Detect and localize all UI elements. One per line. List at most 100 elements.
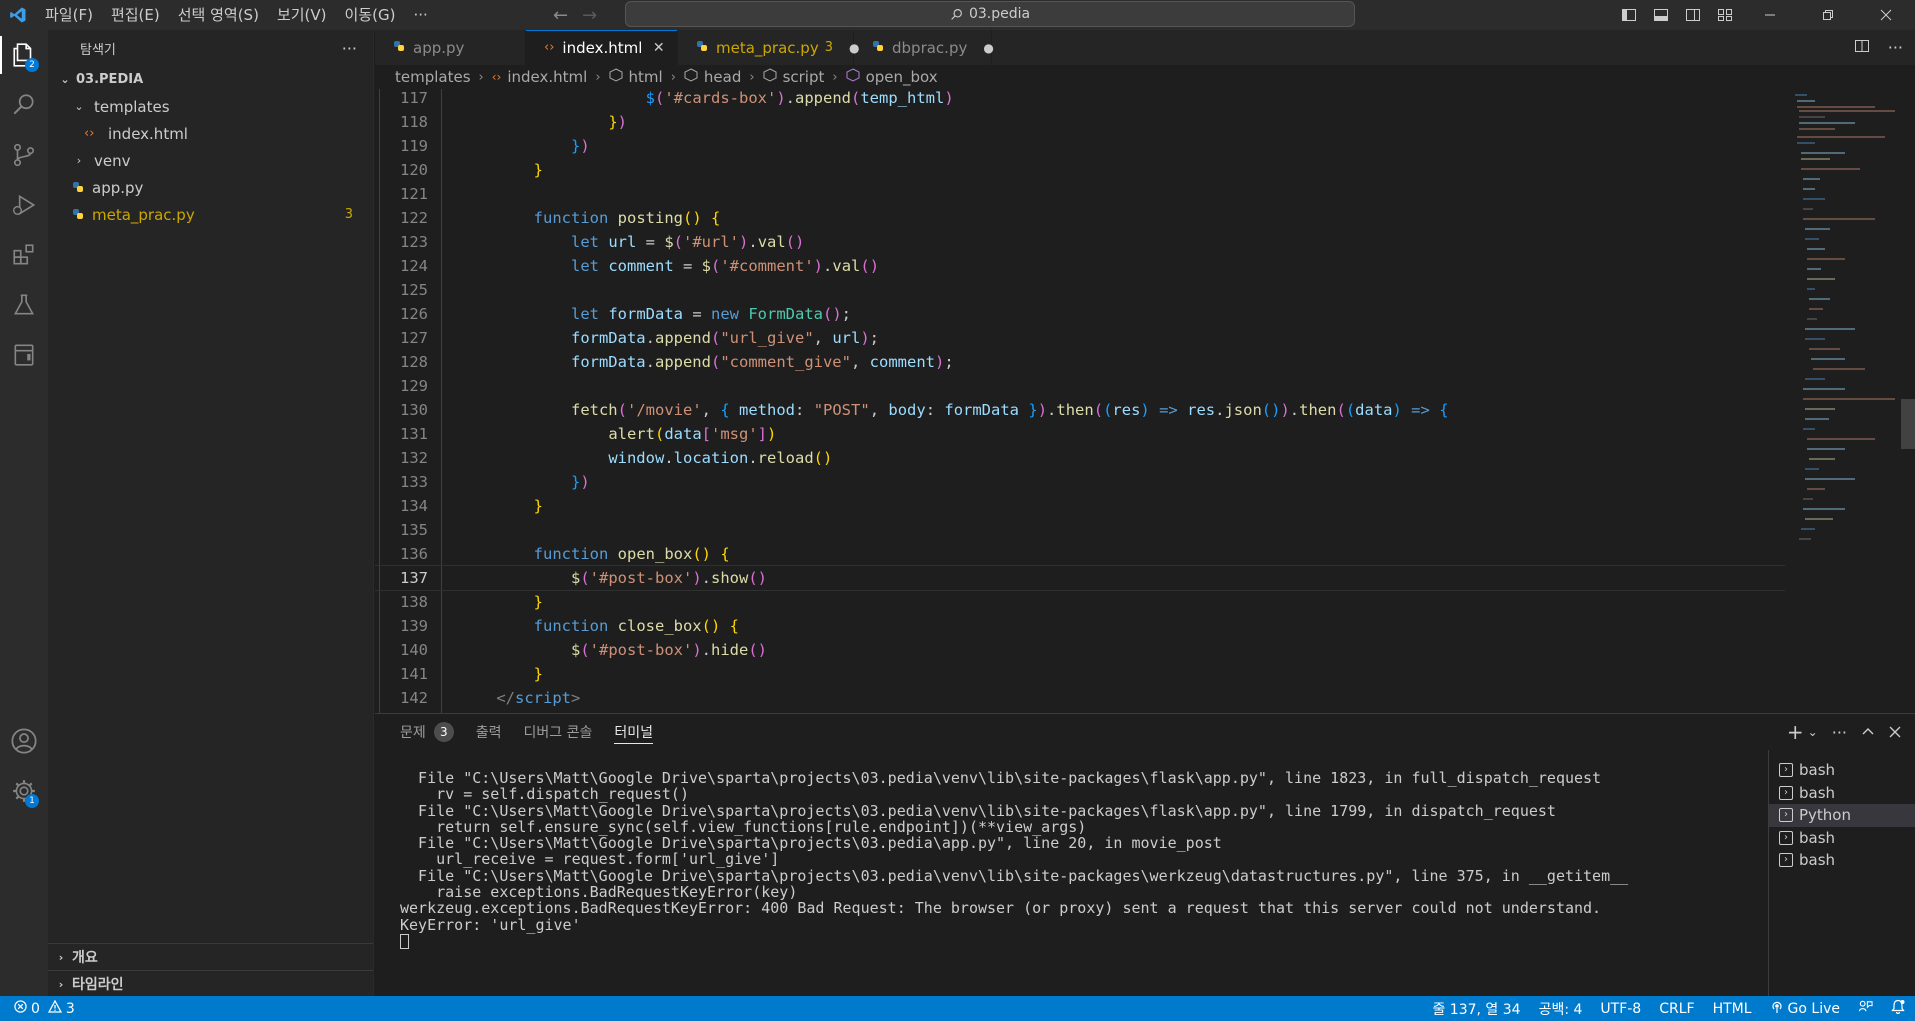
source-control-icon[interactable] xyxy=(0,130,48,180)
code-text: window.location.reload() xyxy=(608,449,833,467)
editor-scrollbar[interactable] xyxy=(1901,89,1915,713)
feedback-icon[interactable] xyxy=(1858,999,1873,1018)
line-number: 132 xyxy=(400,449,428,467)
new-terminal-plus-icon[interactable]: + xyxy=(1787,720,1804,744)
code-line: 119 }) xyxy=(375,134,1785,158)
tab-dbprac-py[interactable]: dbprac.py ● xyxy=(854,30,994,65)
breadcrumb-open-box[interactable]: open_box xyxy=(866,68,938,86)
maximize-panel-icon[interactable] xyxy=(1861,722,1875,743)
breadcrumb-index-html[interactable]: index.html xyxy=(507,68,587,86)
tab-app-py[interactable]: app.py xyxy=(375,30,526,65)
accounts-icon[interactable] xyxy=(0,716,48,766)
notifications-bell-icon[interactable] xyxy=(1891,999,1905,1018)
timeline-section[interactable]: › 타임라인 xyxy=(48,970,373,997)
toggle-panel-icon[interactable] xyxy=(1645,0,1677,30)
breadcrumb-html[interactable]: html xyxy=(629,68,663,86)
restore-window-icon[interactable] xyxy=(1799,0,1857,30)
split-editor-icon[interactable] xyxy=(1854,38,1870,58)
tab-problems[interactable]: 문제 3 xyxy=(400,714,466,750)
tab-terminal[interactable]: 터미널 xyxy=(614,714,665,750)
menu-selection[interactable]: 선택 영역(S) xyxy=(169,0,268,30)
terminal-line: rv = self.dispatch_request() xyxy=(400,785,689,804)
toggle-secondary-sidebar-icon[interactable] xyxy=(1677,0,1709,30)
encoding[interactable]: UTF-8 xyxy=(1600,1001,1641,1017)
remote-explorer-icon[interactable] xyxy=(0,330,48,380)
breadcrumb-script[interactable]: script xyxy=(783,68,825,86)
terminal-item-label: bash xyxy=(1799,828,1836,847)
search-sidebar-icon[interactable] xyxy=(0,80,48,130)
command-center-search[interactable]: 03.pedia xyxy=(625,1,1355,27)
line-number: 136 xyxy=(400,545,428,563)
explorer-more-actions[interactable]: ··· xyxy=(342,39,357,58)
terminal-list: › bash › bash › Python › bash › bash xyxy=(1768,750,1915,997)
more-actions-icon[interactable]: ··· xyxy=(1888,38,1903,57)
close-window-icon[interactable] xyxy=(1857,0,1915,30)
unsaved-dot-icon[interactable]: ● xyxy=(983,41,993,55)
menu-file[interactable]: 파일(F) xyxy=(36,0,102,30)
chevron-down-icon[interactable]: ⌄ xyxy=(1808,725,1818,739)
go-live-button[interactable]: Go Live xyxy=(1770,1000,1840,1018)
line-number: 138 xyxy=(400,593,428,611)
tree-item-app-py[interactable]: app.py xyxy=(48,174,373,201)
tab-output[interactable]: 출력 xyxy=(476,714,514,750)
terminal-item[interactable]: › bash xyxy=(1769,782,1915,805)
code-line: 135 xyxy=(375,518,1785,542)
breadcrumb: templates › ‹› index.html › html › head … xyxy=(375,65,1915,89)
tab-problems-label: 문제 xyxy=(400,725,426,741)
terminal-output[interactable]: File "C:\Users\Matt\Google Drive\sparta\… xyxy=(400,770,1780,949)
symbol-function-icon xyxy=(846,68,860,86)
forward-arrow-icon[interactable]: → xyxy=(582,5,597,26)
tree-item-meta-prac-py[interactable]: meta_prac.py 3 xyxy=(48,201,373,228)
customize-layout-icon[interactable] xyxy=(1709,0,1741,30)
explorer-icon[interactable]: 2 xyxy=(0,30,48,80)
scroll-thumb[interactable] xyxy=(1901,399,1915,449)
outline-section[interactable]: › 개요 xyxy=(48,943,373,970)
workspace-root[interactable]: ⌄ 03.PEDIA xyxy=(48,66,373,93)
bottom-panel: 문제 3 출력 디버그 콘솔 터미널 + ⌄ ··· File "C:\User… xyxy=(375,713,1915,997)
code-text: let url = $('#url').val() xyxy=(570,233,805,251)
menu-edit[interactable]: 편집(E) xyxy=(102,0,169,30)
menu-view[interactable]: 보기(V) xyxy=(268,0,336,30)
tree-item-index-html[interactable]: ‹› index.html xyxy=(48,120,373,147)
terminal-item[interactable]: › Python xyxy=(1769,804,1915,827)
tree-item-templates[interactable]: ⌄ templates xyxy=(48,93,373,120)
terminal-item[interactable]: › bash xyxy=(1769,849,1915,872)
error-icon xyxy=(14,1000,27,1017)
menu-more[interactable]: ··· xyxy=(404,0,436,30)
code-text: $('#post-box').show() xyxy=(570,569,768,587)
tree-item-label: app.py xyxy=(92,178,144,197)
close-icon[interactable]: ✕ xyxy=(652,40,665,56)
tab-meta-prac-py[interactable]: meta_prac.py 3 ● xyxy=(678,30,859,65)
run-debug-icon[interactable] xyxy=(0,180,48,230)
code-line: 139 function close_box() { xyxy=(375,614,1785,638)
tab-index-html[interactable]: ‹› index.html ✕ xyxy=(526,30,678,65)
tab-debug-console[interactable]: 디버그 콘솔 xyxy=(524,714,605,750)
code-line: 117 $('#cards-box').append(temp_html) xyxy=(375,89,1785,110)
cursor-position[interactable]: 줄 137, 열 34 xyxy=(1432,999,1520,1019)
minimize-window-icon[interactable] xyxy=(1741,0,1799,30)
language-mode[interactable]: HTML xyxy=(1713,1001,1752,1017)
end-of-line[interactable]: CRLF xyxy=(1659,1001,1694,1017)
code-line: 142 </script> xyxy=(375,686,1785,710)
problems-status[interactable]: 0 3 xyxy=(0,999,75,1017)
terminal-item[interactable]: › bash xyxy=(1769,759,1915,782)
more-actions-icon[interactable]: ··· xyxy=(1832,723,1847,742)
manage-gear-icon[interactable]: 1 xyxy=(0,766,48,816)
back-arrow-icon[interactable]: ← xyxy=(553,5,568,26)
toggle-primary-sidebar-icon[interactable] xyxy=(1613,0,1645,30)
extensions-icon[interactable] xyxy=(0,230,48,280)
chevron-right-icon: › xyxy=(76,154,82,167)
tree-item-venv[interactable]: › venv xyxy=(48,147,373,174)
minimap[interactable] xyxy=(1785,89,1905,713)
breadcrumb-templates[interactable]: templates xyxy=(395,68,471,86)
symbol-element-icon xyxy=(763,68,777,86)
code-line: 140 $('#post-box').hide() xyxy=(375,638,1785,662)
testing-flask-icon[interactable] xyxy=(0,280,48,330)
terminal-item[interactable]: › bash xyxy=(1769,827,1915,850)
code-text: }) xyxy=(608,113,627,131)
breadcrumb-head[interactable]: head xyxy=(704,68,741,86)
indentation[interactable]: 공백: 4 xyxy=(1539,999,1583,1019)
menu-go[interactable]: 이동(G) xyxy=(336,0,405,30)
code-editor[interactable]: 117 $('#cards-box').append(temp_html) 11… xyxy=(375,89,1915,713)
close-panel-icon[interactable] xyxy=(1889,722,1901,743)
